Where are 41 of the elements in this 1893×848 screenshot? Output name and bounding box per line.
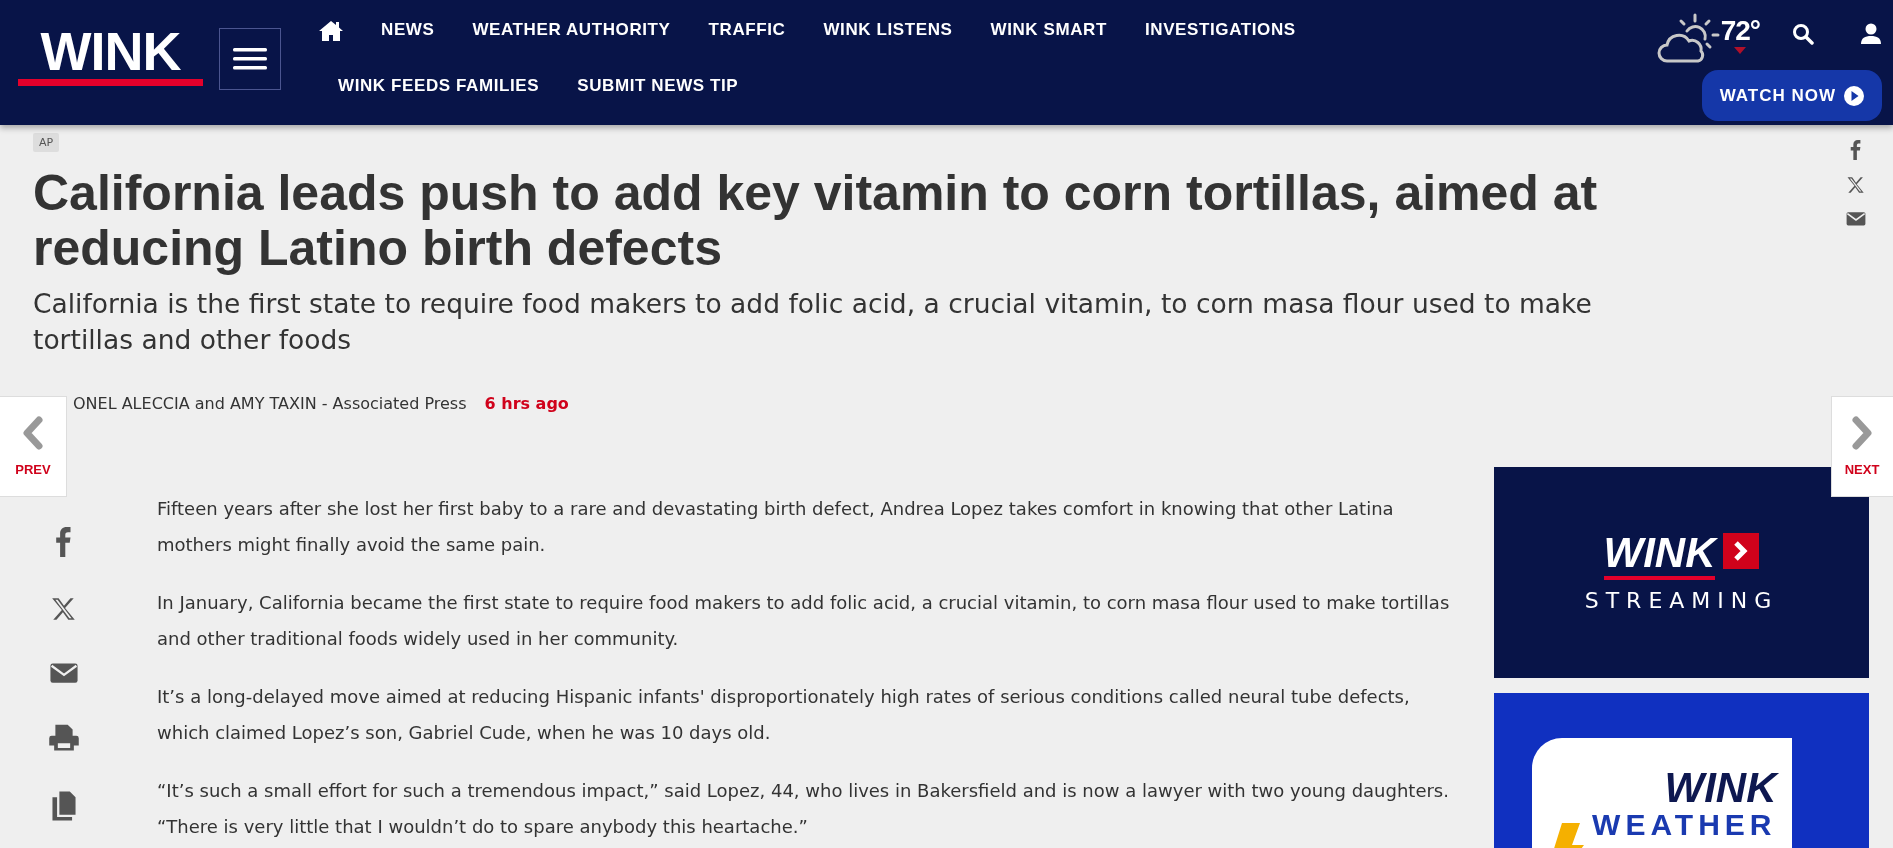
- ad-label: STREAMING: [1584, 587, 1779, 613]
- nav-link[interactable]: WINK FEEDS FAMILIES: [319, 66, 559, 106]
- home-icon[interactable]: [319, 20, 343, 42]
- weather-ad[interactable]: WINK WEATHER: [1494, 693, 1869, 848]
- prev-button[interactable]: PREV: [0, 396, 67, 497]
- next-button[interactable]: NEXT: [1831, 396, 1893, 497]
- nav-link[interactable]: INVESTIGATIONS: [1126, 10, 1315, 50]
- search-icon[interactable]: [1792, 23, 1814, 45]
- nav-link[interactable]: WEATHER AUTHORITY: [453, 10, 690, 50]
- caret-icon[interactable]: [1734, 46, 1747, 54]
- paragraph: It’s a long-delayed move aimed at reducing Hispanic infants' disproportionately high rates of serious conditions called neural tube defects, which claimed Lopez’s son, Gabriel Cude, when he was 10 days old.: [157, 685, 1411, 745]
- partly-cloudy-icon[interactable]: [1656, 11, 1721, 63]
- byline: ONEL ALECCIA and AMY TAXIN - Associated Press: [73, 394, 467, 413]
- nav-link[interactable]: SUBMIT NEWS TIP: [558, 66, 758, 106]
- user-icon[interactable]: [1860, 23, 1882, 45]
- chevron-left-icon: [22, 416, 44, 450]
- email-icon[interactable]: [1844, 209, 1867, 227]
- x-icon[interactable]: [1845, 175, 1866, 195]
- ad-logo: WINK: [1603, 532, 1716, 573]
- nav-link[interactable]: NEWS: [362, 10, 454, 50]
- paragraph: “It’s such a small effort for such a tremendous impact,” said Lopez, 44, who lives in Bakersfield and is now a lawyer with two young daughters. “There is very little that I wouldn’t do to spare anybody this heartache.”: [157, 779, 1450, 839]
- timestamp: 6 hrs ago: [484, 394, 569, 413]
- menu-icon: [233, 47, 267, 71]
- chevron-icon: [1723, 532, 1760, 569]
- nav-link[interactable]: WINK LISTENS: [804, 10, 972, 50]
- x-icon[interactable]: [49, 595, 78, 623]
- watch-now-button[interactable]: WATCH NOW: [1701, 70, 1882, 121]
- headline: California leads push to add key vitamin to corn tortillas, aimed at reducing Latino birth defects: [33, 166, 1599, 276]
- nav-link[interactable]: TRAFFIC: [689, 10, 805, 50]
- chevron-right-icon: [1851, 416, 1873, 450]
- wink-logo[interactable]: WINK: [18, 26, 203, 86]
- subtitle: California is the first state to require food makers to add folic acid, a crucial vitamin, to corn masa flour used to make tortillas and other foods: [33, 287, 1593, 357]
- temperature[interactable]: 72°: [1720, 14, 1760, 47]
- menu-button[interactable]: [219, 28, 281, 90]
- ad-logo: WINK: [1664, 768, 1777, 808]
- nav-link[interactable]: WINK SMART: [971, 10, 1126, 50]
- source-tag[interactable]: AP: [33, 133, 60, 152]
- paragraph: Fifteen years after she lost her first baby to a rare and devastating birth defect, Andrea Lopez takes comfort in knowing that other Latina mothers might finally avoid the same pain.: [157, 497, 1395, 557]
- play-icon: [1844, 85, 1864, 106]
- paragraph: In January, California became the first state to require food makers to add folic acid, a crucial vitamin, to corn masa flour used to make tortillas and other traditional foods widely used in her community.: [157, 591, 1451, 651]
- ad-label: WEATHER: [1592, 808, 1777, 842]
